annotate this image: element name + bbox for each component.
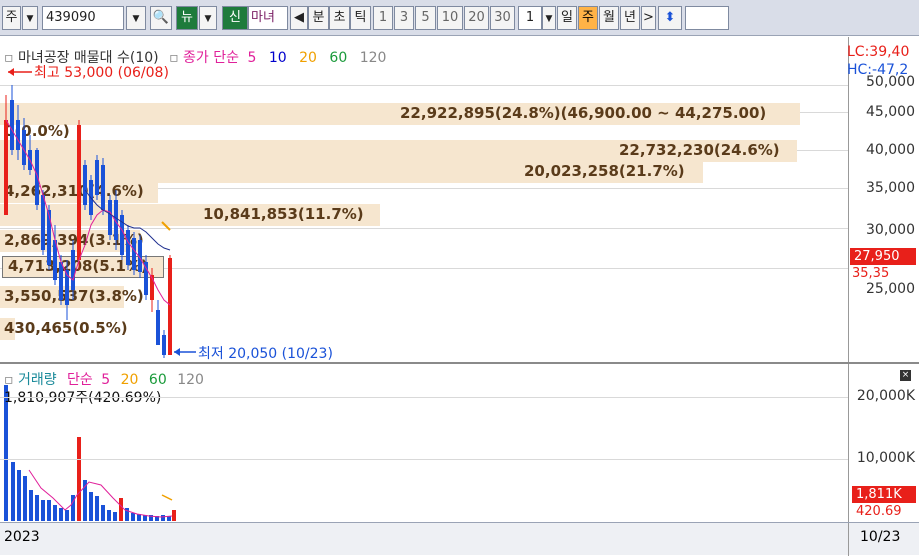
axis-line <box>848 523 849 556</box>
candle-body <box>41 195 45 250</box>
candle-body <box>108 200 112 235</box>
ma20-stub <box>161 221 171 231</box>
high-marker-label: 최고 53,000 (06/08) <box>34 65 169 81</box>
panel-close-icon[interactable]: × <box>900 370 911 381</box>
candle-body <box>101 165 105 210</box>
legend-ma-5: 5 <box>101 372 111 388</box>
candle-body <box>77 125 81 260</box>
candle-body <box>162 335 166 355</box>
gridline <box>0 459 848 460</box>
candle-body <box>47 210 51 265</box>
candle-body <box>10 100 14 150</box>
time-axis: 2023 10/23 <box>0 522 919 556</box>
legend-ma-20: 20 <box>120 372 139 388</box>
candle-body <box>126 230 130 265</box>
current-price-tag: 27,950 <box>850 248 916 265</box>
candle-body <box>95 160 99 195</box>
candle-body <box>59 262 63 300</box>
volume-axis-line <box>848 364 849 522</box>
volume-panel: ▫ 거래량 단순 5 20 60 120 1,810,907주(420.69%)… <box>0 364 919 522</box>
volume-legend: ▫ 거래량 단순 5 20 60 120 <box>4 369 204 389</box>
date-label: 10/23 <box>860 529 901 545</box>
legend-ma-60: 60 <box>148 372 167 388</box>
candle-body <box>144 262 148 295</box>
candle-body <box>35 150 39 205</box>
candle-body <box>156 310 160 345</box>
legend-ma-120: 120 <box>177 372 204 388</box>
year-label: 2023 <box>4 529 40 545</box>
candle-body <box>16 120 20 150</box>
candle-body <box>71 250 75 290</box>
candle-body <box>132 238 136 270</box>
legend-title: 거래량 <box>17 372 57 388</box>
legend-ma-label: 단순 <box>67 372 93 388</box>
candle-body <box>83 165 87 205</box>
low-arrow-icon <box>174 348 180 356</box>
volume-tick: 20,000K <box>856 388 915 404</box>
high-arrow-icon <box>8 68 14 76</box>
current-volume-tag: 1,811K <box>852 486 916 503</box>
legend-square-icon: ▫ <box>4 372 14 388</box>
gridline <box>0 397 848 398</box>
current-pct-label: 35,35 <box>852 266 890 281</box>
volume-tick: 10,000K <box>856 450 915 466</box>
candle-body <box>4 120 8 215</box>
current-volume-pct: 420.69 <box>856 504 902 519</box>
candle-body <box>168 258 172 355</box>
low-marker-label: 최저 20,050 (10/23) <box>198 346 333 362</box>
